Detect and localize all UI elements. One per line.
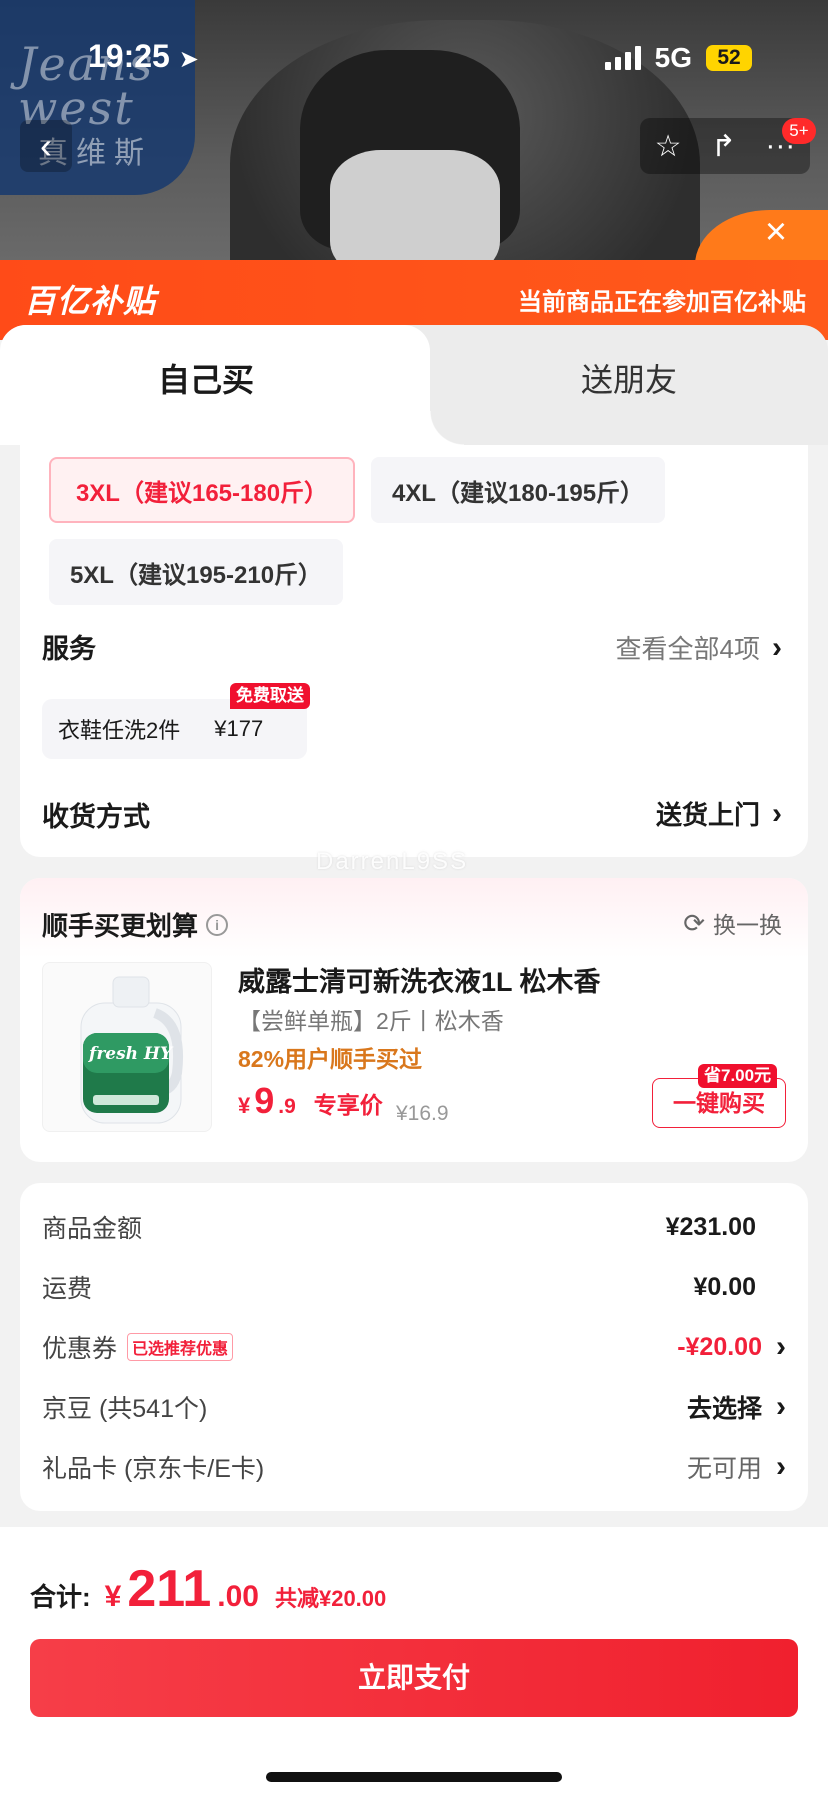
addon-title-text: 顺手买更划算: [42, 911, 199, 941]
status-time: 19:25 ➤: [88, 38, 199, 75]
purchase-tabs: 自己买 送朋友: [0, 325, 828, 445]
cart-badge: 5+: [782, 118, 816, 144]
size-option-4xl[interactable]: 4XL（建议180-195斤）: [371, 457, 665, 523]
total-currency: ¥: [104, 1580, 122, 1613]
jingdou-value-text: 去选择: [686, 1395, 762, 1423]
shipping-value: ¥0.00: [693, 1273, 786, 1302]
service-view-all[interactable]: 查看全部4项 ›: [616, 629, 782, 666]
battery-icon: 52: [706, 45, 752, 71]
service-label: 服务: [42, 634, 96, 664]
coupon-recommended-tag: 已选推荐优惠: [127, 1333, 234, 1361]
swap-label: 换一换: [713, 912, 782, 938]
delivery-label: 收货方式: [42, 802, 150, 832]
delivery-value: 送货上门: [655, 800, 760, 830]
chevron-right-icon: ›: [776, 1390, 786, 1423]
options-card: 3XL（建议165-180斤） 4XL（建议180-195斤） 5XL（建议19…: [20, 445, 808, 857]
coupon-value-text: -¥20.00: [677, 1332, 762, 1361]
service-view-all-text: 查看全部4项: [615, 634, 760, 664]
shipping-text: ¥0.00: [693, 1272, 756, 1301]
price-currency: ¥: [238, 1093, 251, 1118]
jingdou-value: 去选择 ›: [687, 1389, 786, 1425]
checkout-bar: 合计: ¥ 211 .00 共减¥20.00 立即支付: [0, 1527, 828, 1795]
detergent-product-image[interactable]: fresh HY: [42, 962, 212, 1132]
watermark: DarrenL9SS: [316, 848, 469, 875]
info-icon[interactable]: i: [206, 913, 229, 936]
coupon-label-group: 优惠券 已选推荐优惠: [42, 1329, 234, 1365]
giftcard-value: 无可用 ›: [687, 1449, 786, 1485]
goods-amount-label: 商品金额: [42, 1215, 143, 1243]
network-type: 5G: [654, 42, 692, 73]
refresh-icon: ⟳: [683, 907, 705, 938]
detergent-bottle-icon: fresh HY: [80, 976, 183, 1124]
status-bar: 19:25 ➤ 5G 52: [0, 0, 828, 112]
tab-gift-friend[interactable]: 送朋友: [430, 355, 828, 401]
chevron-right-icon: ›: [772, 796, 782, 830]
jingdou-label: 京豆 (共541个): [42, 1395, 208, 1423]
addon-card: 顺手买更划算 i ⟳ 换一换 fresh HY 威露士清可新洗衣液1L 松木香 …: [20, 878, 808, 1162]
addon-product-price: ¥ 9 .9 专享价: [238, 1080, 383, 1122]
free-pickup-tag: 免费取送: [230, 683, 310, 709]
status-right: 5G 52: [604, 42, 752, 74]
size-option-5xl[interactable]: 5XL（建议195-210斤）: [49, 539, 343, 605]
delivery-method[interactable]: 送货上门 ›: [656, 795, 782, 832]
summary-row-coupon[interactable]: 优惠券 已选推荐优惠 -¥20.00 ›: [42, 1329, 786, 1365]
coupon-label: 优惠券: [42, 1335, 118, 1363]
subsidy-message: 当前商品正在参加百亿补贴: [518, 289, 806, 316]
giftcard-label: 礼品卡 (京东卡/E卡): [42, 1455, 265, 1483]
price-decimal: .9: [278, 1095, 296, 1118]
location-arrow-icon: ➤: [178, 46, 199, 73]
chevron-right-icon: ›: [776, 1330, 786, 1363]
signal-icon: [604, 46, 641, 70]
price-label: 专享价: [313, 1092, 383, 1118]
summary-row-jingdou[interactable]: 京豆 (共541个) 去选择 ›: [42, 1389, 786, 1425]
total-integer: 211: [127, 1560, 212, 1618]
price-integer: 9: [254, 1080, 275, 1121]
home-indicator: [266, 1772, 562, 1782]
coupon-value: -¥20.00 ›: [677, 1330, 786, 1364]
detergent-brand-text: fresh HY: [88, 1044, 174, 1064]
summary-row-goods: 商品金额 ¥231.00: [42, 1209, 786, 1245]
addon-product-name[interactable]: 威露士清可新洗衣液1L 松木香: [238, 960, 601, 999]
addon-product-bought: 82%用户顺手买过: [238, 1046, 423, 1072]
chevron-right-icon: ›: [776, 1450, 786, 1483]
time-text: 19:25: [88, 38, 170, 74]
addon-original-price: ¥16.9: [396, 1102, 449, 1125]
save-amount-tag: 省7.00元: [698, 1064, 778, 1088]
close-icon[interactable]: ×: [758, 213, 794, 251]
subsidy-logo: 百亿补贴: [24, 283, 157, 319]
addon-product-spec: 【尝鲜单瓶】2斤丨松木香: [238, 1008, 504, 1034]
size-option-3xl[interactable]: 3XL（建议165-180斤）: [49, 457, 355, 523]
total-discount: 共减¥20.00: [274, 1586, 387, 1611]
service-chip-name: 衣鞋任洗2件: [58, 718, 181, 743]
summary-row-giftcard[interactable]: 礼品卡 (京东卡/E卡) 无可用 ›: [42, 1449, 786, 1485]
total-label: 合计:: [30, 1582, 91, 1612]
share-icon[interactable]: ↱: [711, 129, 736, 164]
back-button[interactable]: ‹: [20, 120, 72, 172]
addon-title: 顺手买更划算 i: [42, 906, 229, 943]
swap-button[interactable]: ⟳ 换一换: [683, 906, 782, 940]
tab-self-buy-label[interactable]: 自己买: [0, 355, 412, 401]
shipping-label: 运费: [42, 1275, 93, 1303]
goods-amount-value: ¥231.00: [666, 1213, 786, 1242]
total-decimal: .00: [217, 1580, 259, 1613]
summary-card: 商品金额 ¥231.00 运费 ¥0.00 优惠券 已选推荐优惠 -¥20.00…: [20, 1183, 808, 1511]
chevron-left-icon: ‹: [40, 125, 52, 166]
star-icon[interactable]: ☆: [655, 129, 682, 164]
pay-now-button[interactable]: 立即支付: [30, 1639, 798, 1717]
total-line: 合计: ¥ 211 .00 共减¥20.00: [30, 1559, 386, 1619]
giftcard-value-text: 无可用: [686, 1455, 762, 1483]
service-chip-price: ¥177: [214, 716, 264, 741]
goods-amount-text: ¥231.00: [665, 1212, 756, 1241]
summary-row-shipping: 运费 ¥0.00: [42, 1269, 786, 1305]
chevron-right-icon: ›: [772, 630, 782, 664]
